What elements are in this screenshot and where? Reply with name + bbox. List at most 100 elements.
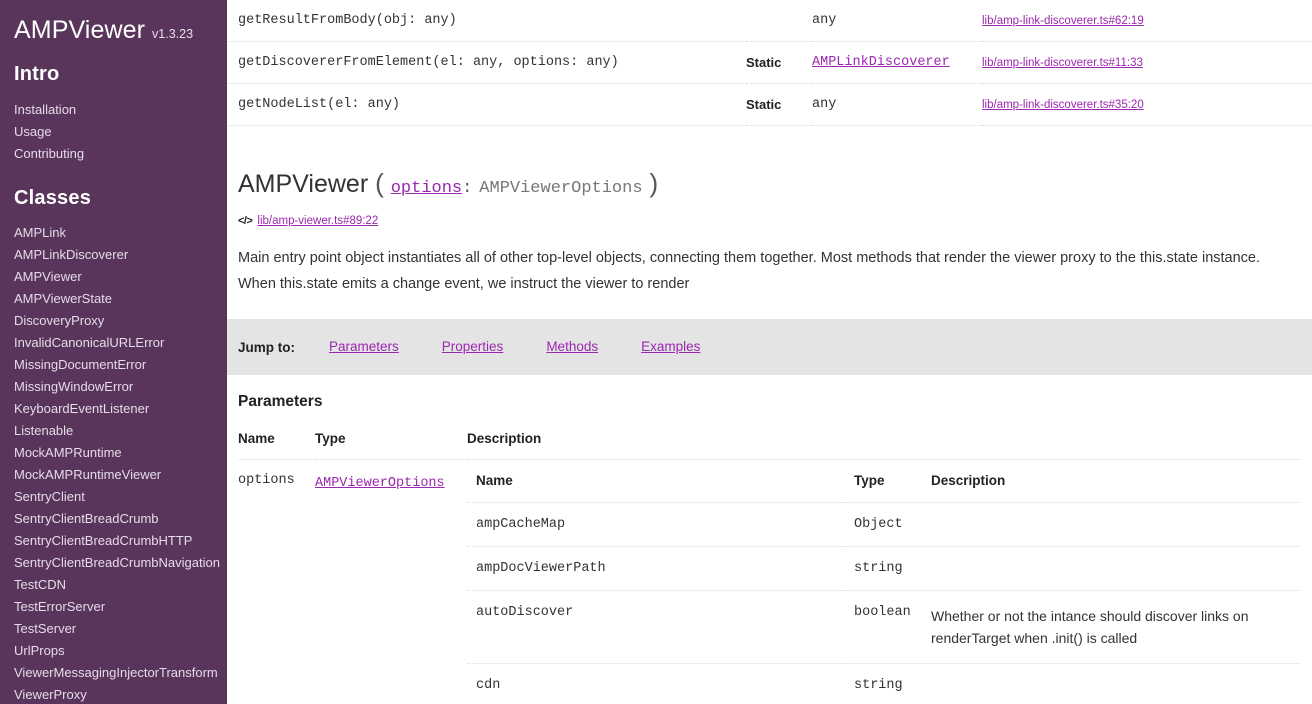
class-signature-block: AMPViewer ( options: AMPViewerOptions ) … [227, 126, 1312, 297]
parameter-type-cell: AMPViewerOptions [315, 459, 467, 704]
table-row: ampCacheMap Object [467, 502, 1301, 548]
parameters-header-description: Description [467, 431, 1301, 461]
jump-to-methods[interactable]: Methods [546, 339, 598, 354]
sidebar-class-urlprops[interactable]: UrlProps [0, 640, 227, 662]
method-static-flag: Static [746, 41, 812, 84]
parameters-section: Parameters Name Type Description options [227, 375, 1312, 704]
option-description: Whether or not the intance should discov… [922, 590, 1301, 665]
open-paren: ( [375, 167, 384, 198]
table-row: options AMPViewerOptions Name Type Descr… [238, 459, 1301, 704]
method-return-type: any [812, 83, 982, 126]
options-header-row: Name Type Description [467, 473, 1301, 504]
sidebar-class-viewerproxy[interactable]: ViewerProxy [0, 684, 227, 704]
option-type: Object [845, 502, 922, 548]
sidebar-class-testcdn[interactable]: TestCDN [0, 574, 227, 596]
table-row: cdn string [467, 663, 1301, 704]
option-type: string [845, 663, 922, 704]
method-return-type: AMPLinkDiscoverer [812, 41, 982, 84]
sidebar-item-contributing[interactable]: Contributing [0, 143, 227, 165]
sidebar-class-ampviewer[interactable]: AMPViewer [0, 266, 227, 288]
sidebar-class-sentryclientbreadcrumbnavigation[interactable]: SentryClientBreadCrumbNavigation [0, 552, 227, 574]
method-signature: getDiscovererFromElement(el: any, option… [227, 41, 746, 84]
method-signature: getResultFromBody(obj: any) [227, 0, 746, 42]
option-description [922, 546, 1301, 592]
method-static-flag: Static [746, 83, 812, 126]
option-name: ampCacheMap [467, 502, 845, 548]
option-type: boolean [845, 590, 922, 665]
parameters-header-type: Type [315, 431, 467, 461]
parameter-name: options [238, 459, 315, 704]
sidebar-class-testerrorserver[interactable]: TestErrorServer [0, 596, 227, 618]
sidebar-class-mockampruntimeviewer[interactable]: MockAMPRuntimeViewer [0, 464, 227, 486]
sidebar-class-sentryclientbreadcrumbhttp[interactable]: SentryClientBreadCrumbHTTP [0, 530, 227, 552]
sidebar: AMPViewer v1.3.23 Intro Installation Usag… [0, 0, 227, 704]
parameters-title: Parameters [238, 393, 323, 411]
sidebar-class-missingwindowerror[interactable]: MissingWindowError [0, 376, 227, 398]
brand[interactable]: AMPViewer v1.3.23 [0, 0, 227, 45]
options-header-description: Description [922, 473, 1301, 504]
parameter-description-cell: Name Type Description ampCacheMap Object a… [467, 459, 1301, 704]
sidebar-class-ampviewerstate[interactable]: AMPViewerState [0, 288, 227, 310]
method-signature: getNodeList(el: any) [227, 83, 746, 126]
method-return-type: any [812, 0, 982, 42]
jump-to-parameters[interactable]: Parameters [329, 339, 399, 354]
sidebar-class-mockampruntime[interactable]: MockAMPRuntime [0, 442, 227, 464]
source-row: </> lib/amp-viewer.ts#89:22 [238, 215, 1301, 227]
method-static-flag [746, 0, 812, 42]
sidebar-class-amplink[interactable]: AMPLink [0, 222, 227, 244]
options-header-type: Type [845, 473, 922, 504]
source-link[interactable]: lib/amp-viewer.ts#89:22 [257, 215, 378, 227]
sidebar-classes-list: AMPLink AMPLinkDiscoverer AMPViewer AMPView… [0, 222, 227, 704]
sidebar-class-listenable[interactable]: Listenable [0, 420, 227, 442]
method-source-link[interactable]: lib/amp-link-discoverer.ts#62:19 [982, 15, 1144, 27]
option-type: string [845, 546, 922, 592]
option-name: ampDocViewerPath [467, 546, 845, 592]
method-source-cell: lib/amp-link-discoverer.ts#62:19 [982, 0, 1312, 42]
sidebar-intro-list: Installation Usage Contributing [0, 99, 227, 165]
sidebar-class-amplinkdiscoverer[interactable]: AMPLinkDiscoverer [0, 244, 227, 266]
param-name-link[interactable]: options [391, 179, 462, 198]
param-colon: : [462, 178, 473, 198]
page-title: AMPViewer ( options: AMPViewerOptions ) [238, 167, 1301, 199]
options-nested-table: Name Type Description ampCacheMap Object a… [467, 473, 1301, 704]
sidebar-class-invalidcanonicalurlerror[interactable]: InvalidCanonicalURLError [0, 332, 227, 354]
sidebar-item-installation[interactable]: Installation [0, 99, 227, 121]
parameters-header-row: Name Type Description [238, 431, 1301, 461]
parameters-header-name: Name [238, 431, 315, 461]
sidebar-item-usage[interactable]: Usage [0, 121, 227, 143]
method-source-cell: lib/amp-link-discoverer.ts#11:33 [982, 41, 1312, 84]
class-name: AMPViewer [238, 169, 369, 198]
sidebar-class-sentryclient[interactable]: SentryClient [0, 486, 227, 508]
sidebar-class-discoveryproxy[interactable]: DiscoveryProxy [0, 310, 227, 332]
option-description [922, 663, 1301, 704]
param-type: AMPViewerOptions [479, 178, 643, 198]
close-paren: ) [649, 167, 659, 198]
jump-to-label: Jump to: [238, 339, 295, 355]
sidebar-class-missingdocumenterror[interactable]: MissingDocumentError [0, 354, 227, 376]
sidebar-class-viewermessaginginjectortransform[interactable]: ViewerMessagingInjectorTransform [0, 662, 227, 684]
sidebar-class-testserver[interactable]: TestServer [0, 618, 227, 640]
sidebar-class-keyboardeventlistener[interactable]: KeyboardEventListener [0, 398, 227, 420]
options-header-name: Name [467, 473, 845, 504]
method-source-cell: lib/amp-link-discoverer.ts#35:20 [982, 83, 1312, 126]
page-root: AMPViewer v1.3.23 Intro Installation Usag… [0, 0, 1312, 704]
main-content: getResultFromBody(obj: any) any lib/amp-li… [227, 0, 1312, 704]
option-name: autoDiscover [467, 590, 845, 665]
method-return-type-link[interactable]: AMPLinkDiscoverer [812, 55, 950, 70]
option-description [922, 502, 1301, 548]
methods-table: getResultFromBody(obj: any) any lib/amp-li… [227, 0, 1312, 126]
method-source-link[interactable]: lib/amp-link-discoverer.ts#11:33 [982, 57, 1143, 69]
option-name: cdn [467, 663, 845, 704]
code-icon: </> [238, 215, 253, 228]
parameters-table: Name Type Description options AMPViewerO… [238, 431, 1301, 704]
sidebar-heading-intro: Intro [14, 63, 60, 85]
sidebar-class-sentryclientbreadcrumb[interactable]: SentryClientBreadCrumb [0, 508, 227, 530]
table-row: getDiscovererFromElement(el: any, option… [227, 41, 1312, 84]
brand-version: v1.3.23 [152, 27, 194, 41]
jump-to-properties[interactable]: Properties [442, 339, 504, 354]
jump-to-links: Parameters Properties Methods Examples [329, 338, 743, 356]
jump-to-examples[interactable]: Examples [641, 339, 700, 354]
sidebar-heading-classes: Classes [14, 187, 92, 209]
method-source-link[interactable]: lib/amp-link-discoverer.ts#35:20 [982, 99, 1144, 111]
parameter-type-link[interactable]: AMPViewerOptions [315, 476, 445, 491]
